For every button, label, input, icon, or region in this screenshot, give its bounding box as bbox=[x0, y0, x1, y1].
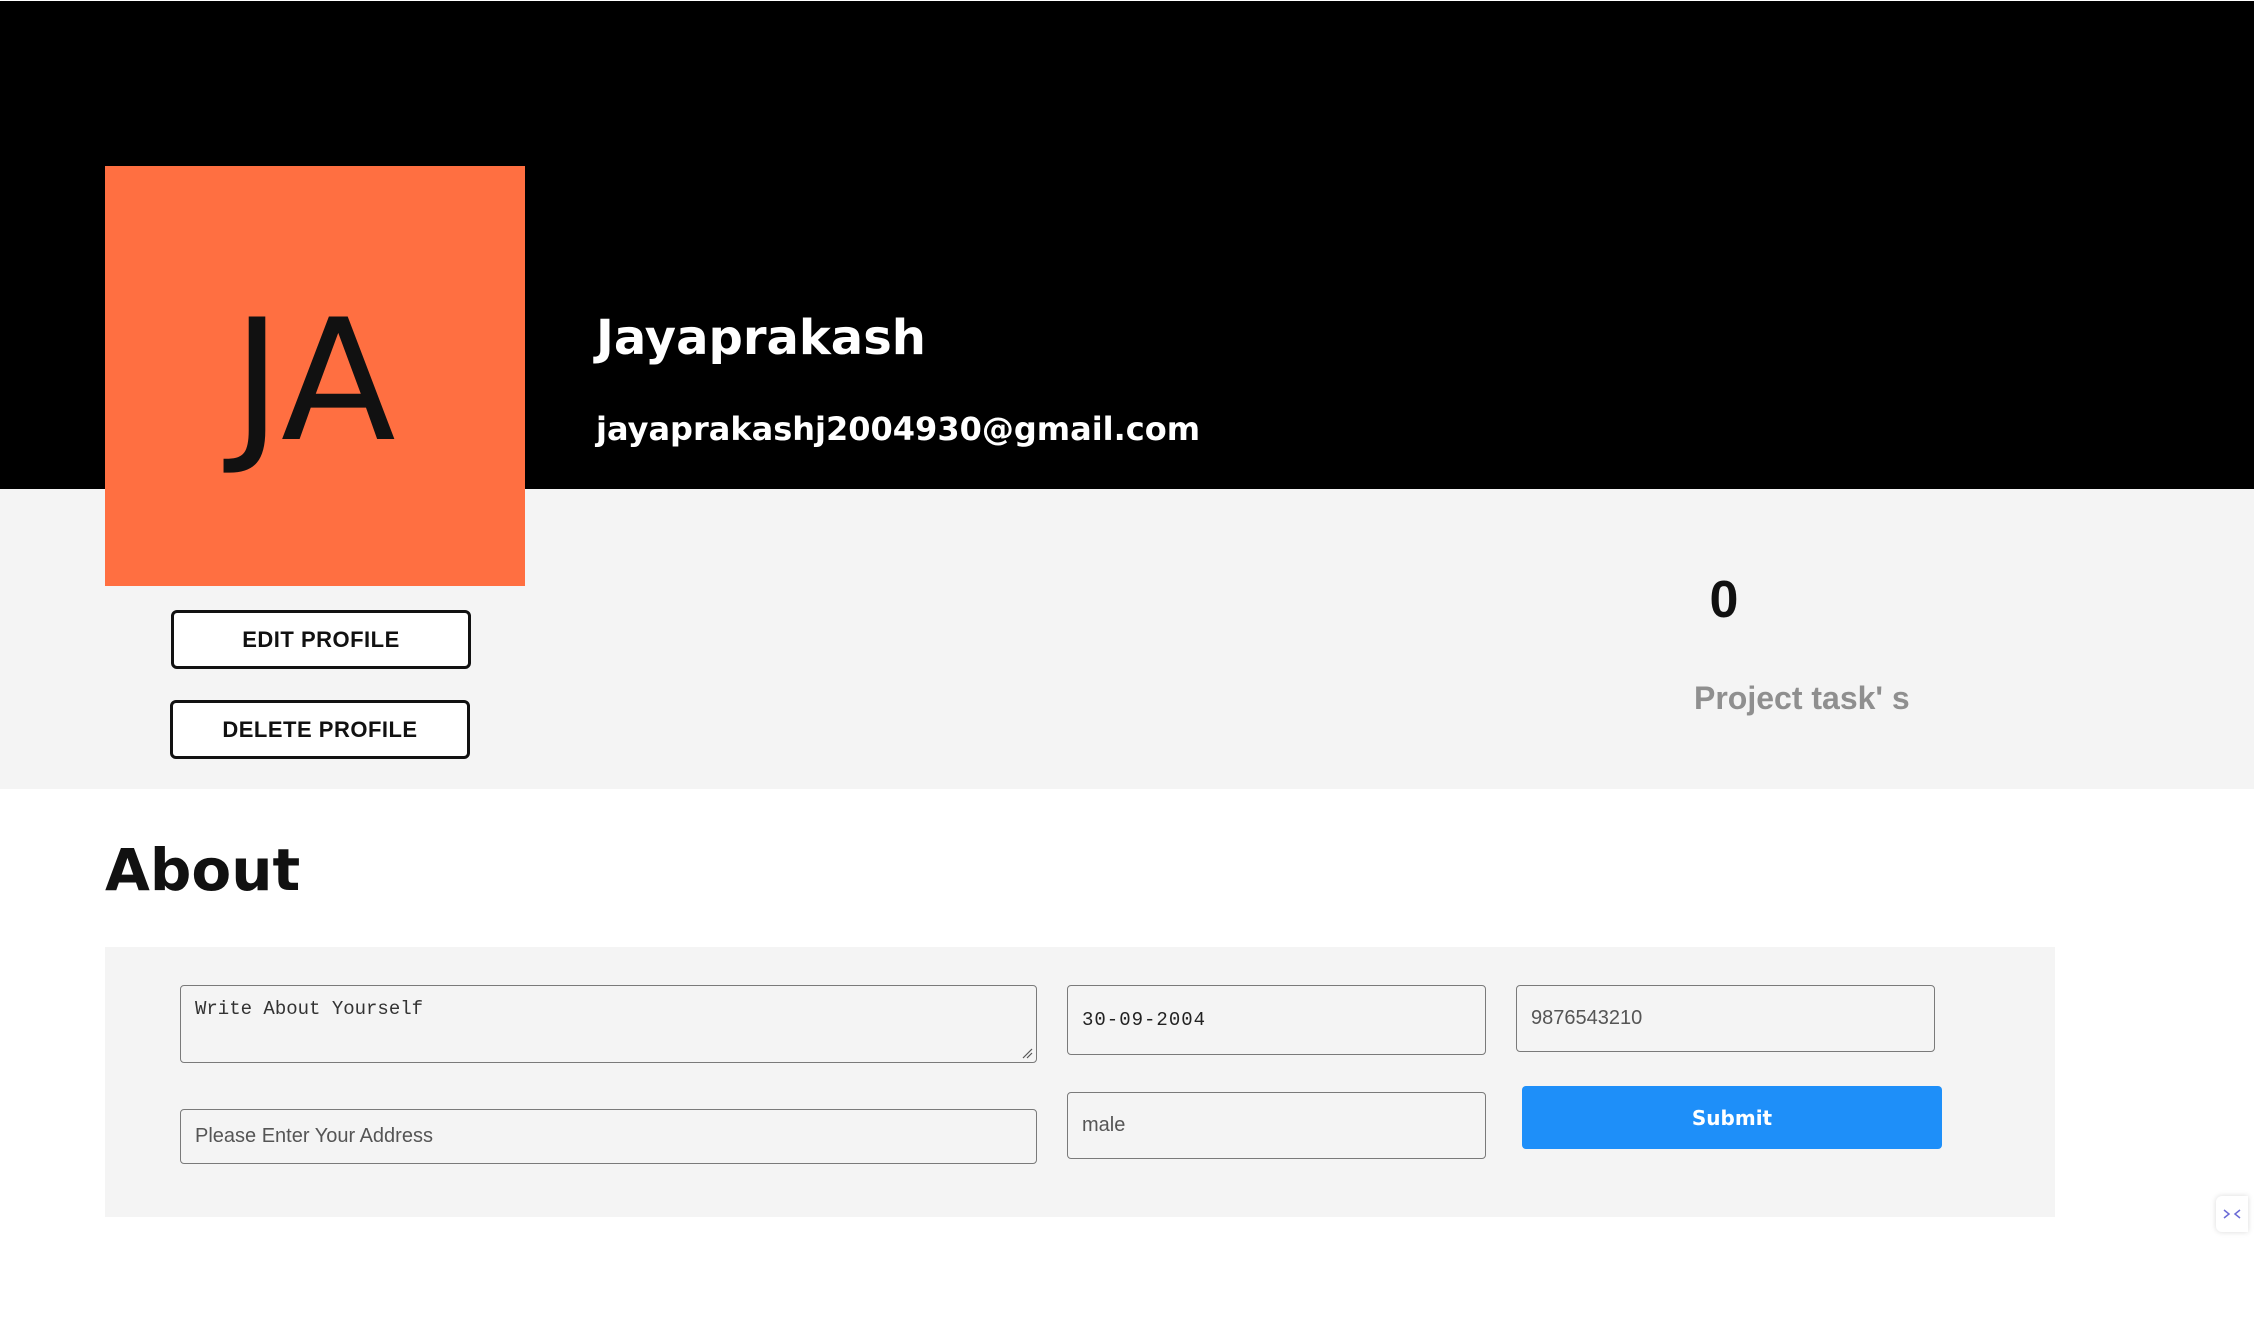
date-of-birth-input[interactable] bbox=[1067, 985, 1486, 1055]
phone-number-input[interactable] bbox=[1516, 985, 1935, 1052]
submit-button[interactable]: Submit bbox=[1522, 1086, 1942, 1149]
profile-page: JA Jayaprakash jayaprakashj2004930@gmail… bbox=[0, 0, 2254, 1321]
delete-profile-button[interactable]: DELETE PROFILE bbox=[170, 700, 470, 759]
edit-profile-button[interactable]: EDIT PROFILE bbox=[171, 610, 471, 669]
user-name: Jayaprakash bbox=[596, 310, 926, 366]
about-yourself-textarea[interactable] bbox=[180, 985, 1037, 1063]
user-email: jayaprakashj2004930@gmail.com bbox=[596, 410, 1201, 448]
gender-input[interactable] bbox=[1067, 1092, 1486, 1159]
project-task-count: 0 bbox=[1709, 571, 1739, 629]
project-task-label: Project task' s bbox=[1694, 680, 1910, 716]
expand-arrows-icon[interactable] bbox=[2216, 1196, 2248, 1232]
avatar: JA bbox=[105, 166, 525, 586]
address-input[interactable] bbox=[180, 1109, 1037, 1164]
about-heading: About bbox=[105, 836, 301, 904]
avatar-initials: JA bbox=[232, 283, 398, 479]
